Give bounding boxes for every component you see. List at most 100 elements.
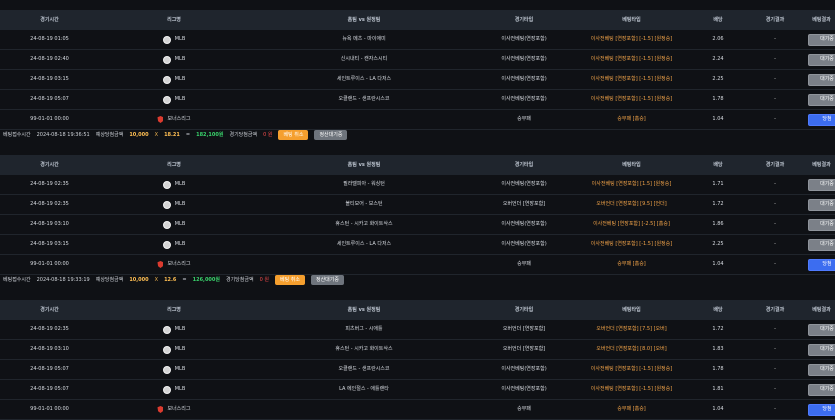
match-type-cell: 오버언더 [연장포함] [502, 326, 546, 332]
summary-label-time: 베팅접수시간 [3, 277, 31, 283]
match-type-cell: 이사전베팅(연장포함) [501, 76, 547, 82]
odds-cell: 1.04 [712, 406, 724, 412]
status-button-cell: 대기중 [808, 195, 835, 214]
won-button[interactable]: 당첨 [808, 113, 835, 126]
waiting-button[interactable]: 대기중 [808, 198, 835, 211]
league-label: MLB [174, 386, 186, 392]
odds-cell: 2.24 [712, 56, 724, 62]
result-cell: - [774, 221, 776, 227]
waiting-button[interactable]: 대기중 [808, 238, 835, 251]
summary-label-time: 베팅접수시간 [3, 132, 31, 138]
won-button[interactable]: 당첨 [808, 258, 835, 271]
time-cell: 24-08-19 03:10 [30, 221, 69, 227]
header-time: 경기시간 [40, 307, 59, 313]
league-cell: MLB [99, 235, 249, 254]
waiting-button[interactable]: 대기중 [808, 73, 835, 86]
table-row: 24-08-19 03:10 MLB 휴스턴 - 시카고 화이트삭스 오버언더 … [0, 340, 835, 360]
bonus-shield-icon [157, 261, 164, 268]
baseball-icon [162, 200, 171, 209]
table-header: 경기시간 리그명 홈팀 vs 원정팀 경기타입 베팅타입 배당 경기결과 베팅결… [0, 10, 835, 30]
league-cell: MLB [99, 215, 249, 234]
baseball-icon [162, 35, 171, 44]
bet-section-1: 경기시간 리그명 홈팀 vs 원정팀 경기타입 베팅타입 배당 경기결과 베팅결… [0, 10, 835, 130]
bet-type-cell: 승무패 [홈승] [617, 406, 646, 412]
status-button-cell: 대기중 [808, 380, 835, 399]
waiting-button[interactable]: 대기중 [808, 323, 835, 336]
league-label: MLB [174, 326, 186, 332]
league-label: MLB [174, 181, 186, 187]
match-type-cell: 이사전베팅(연장포함) [501, 366, 547, 372]
league-cell: MLB [99, 340, 249, 359]
summary-date: 2024-08-18 19:33:19 [36, 276, 90, 283]
header-bet-result: 베팅결과 [812, 17, 831, 23]
multiply-sign: X [154, 276, 159, 283]
waiting-button[interactable]: 대기중 [808, 383, 835, 396]
league-cell: MLB [99, 320, 249, 339]
time-cell: 24-08-19 02:40 [30, 56, 69, 62]
odds-cell: 1.83 [712, 346, 724, 352]
result-cell: - [774, 76, 776, 82]
table-row: 24-08-19 03:10 MLB 휴스턴 - 시카고 화이트삭스 이사전베팅… [0, 215, 835, 235]
league-label: MLB [174, 201, 186, 207]
league-cell: MLB [99, 50, 249, 69]
bet-type-cell: 이사전베팅 [연장포함] [-1.5] [원정승] [590, 366, 673, 372]
bet-amount: 10,000 [129, 131, 149, 138]
baseball-icon [162, 180, 171, 189]
header-bet-type: 베팅타입 [622, 307, 641, 313]
result-cell: - [774, 96, 776, 102]
status-button-cell: 대기중 [808, 70, 835, 89]
header-odds: 배당 [713, 17, 723, 23]
bet-type-cell: 이사전베팅 [연장포함] [-1.5] [원정승] [590, 241, 673, 247]
time-cell: 24-08-19 01:05 [30, 36, 69, 42]
bet-summary-1: 베팅접수시간 2024-08-18 19:36:51 예상당첨금액 10,000… [0, 127, 835, 142]
table-row: 24-08-19 03:15 MLB 세인트루이스 - LA 다저스 이사전베팅… [0, 70, 835, 90]
table-row: 24-08-19 02:35 MLB 필라델피아 - 워싱턴 이사전베팅(연장포… [0, 175, 835, 195]
header-bet-result: 베팅결과 [812, 307, 831, 313]
header-match-type: 경기타입 [514, 17, 534, 23]
table-row: 99-01-01 00:00 보너스리그 승무패 승무패 [홈승] 1.04 -… [0, 400, 835, 420]
betting-history-page: 경기시간 리그명 홈팀 vs 원정팀 경기타입 베팅타입 배당 경기결과 베팅결… [0, 0, 835, 420]
summary-label-expected: 예상당첨금액 [95, 132, 124, 138]
bet-type-cell: 이사전베팅 [연장포함] [-2.5] [홈승] [593, 221, 670, 227]
match-cell: 오클랜드 - 샌프란시스코 [338, 366, 390, 372]
waiting-button[interactable]: 대기중 [808, 33, 835, 46]
match-type-cell: 승무패 [517, 406, 531, 412]
waiting-button[interactable]: 대기중 [808, 343, 835, 356]
result-cell: - [774, 386, 776, 392]
odds-cell: 1.78 [712, 96, 724, 102]
waiting-button[interactable]: 대기중 [808, 218, 835, 231]
header-time: 경기시간 [40, 17, 59, 23]
header-match-type: 경기타입 [514, 162, 534, 168]
pending-settlement-button[interactable]: 정산대기중 [314, 129, 348, 140]
status-button-cell: 대기중 [808, 175, 835, 194]
total-odds: 12.6 [164, 276, 177, 283]
header-odds: 배당 [713, 162, 723, 168]
odds-cell: 1.71 [712, 181, 724, 187]
waiting-button[interactable]: 대기중 [808, 53, 835, 66]
pending-settlement-button[interactable]: 정산대기중 [310, 274, 344, 285]
match-type-cell: 이사전베팅(연장포함) [501, 181, 547, 187]
odds-cell: 1.72 [712, 201, 724, 207]
match-type-cell: 오버언더 [연장포함] [502, 346, 546, 352]
match-cell: 필라델피아 - 워싱턴 [343, 181, 385, 187]
cancel-bet-button[interactable]: 베팅 취소 [274, 274, 305, 285]
status-button-cell: 대기중 [808, 50, 835, 69]
win-amount: 0 원 [263, 132, 273, 138]
waiting-button[interactable]: 대기중 [808, 363, 835, 376]
match-cell: 휴스턴 - 시카고 화이트삭스 [335, 221, 393, 227]
waiting-button[interactable]: 대기중 [808, 178, 835, 191]
league-label: MLB [174, 221, 186, 227]
odds-cell: 1.81 [712, 386, 724, 392]
waiting-button[interactable]: 대기중 [808, 93, 835, 106]
bet-type-cell: 오버언더 [연장포함] [8.0] [오버] [596, 346, 667, 352]
time-cell: 24-08-19 05:07 [30, 386, 69, 392]
won-button[interactable]: 당첨 [808, 403, 835, 416]
time-cell: 24-08-19 05:07 [30, 96, 69, 102]
bet-section-3: 경기시간 리그명 홈팀 vs 원정팀 경기타입 베팅타입 배당 경기결과 베팅결… [0, 300, 835, 420]
table-row: 24-08-19 02:35 MLB 피츠버그 - 시애틀 오버언더 [연장포함… [0, 320, 835, 340]
cancel-bet-button[interactable]: 베팅 취소 [278, 129, 309, 140]
league-label: 보너스리그 [167, 406, 191, 412]
table-row: 24-08-19 05:07 MLB 오클랜드 - 샌프란시스코 이사전베팅(연… [0, 360, 835, 380]
summary-label-expected: 예상당첨금액 [95, 277, 124, 283]
equals-sign: = [182, 276, 187, 283]
